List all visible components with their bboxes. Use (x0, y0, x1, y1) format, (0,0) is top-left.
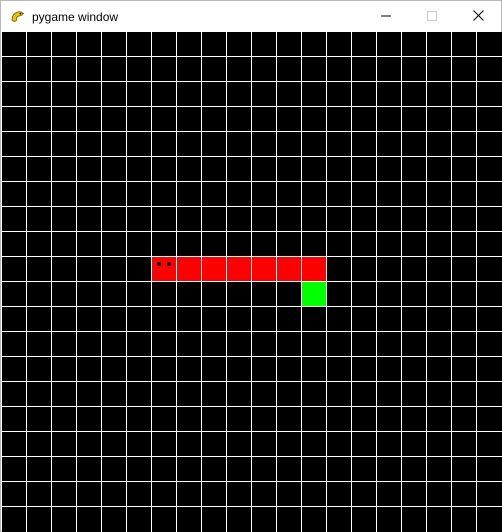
grid-line-horizontal (2, 506, 502, 507)
grid-line-horizontal (2, 331, 502, 332)
close-button[interactable] (455, 1, 501, 32)
grid-line-horizontal (2, 456, 502, 457)
grid-line-horizontal (2, 406, 502, 407)
grid-line-vertical (26, 32, 27, 532)
grid-line-vertical (176, 32, 177, 532)
grid-line-vertical (376, 32, 377, 532)
maximize-icon (427, 8, 437, 26)
grid-line-vertical (326, 32, 327, 532)
grid-line-horizontal (2, 356, 502, 357)
snake-head (152, 257, 176, 281)
grid-line-horizontal (2, 81, 502, 82)
grid-line-vertical (351, 32, 352, 532)
grid-line-horizontal (2, 431, 502, 432)
grid-line-horizontal (2, 131, 502, 132)
snake-eye (157, 262, 161, 266)
window-title: pygame window (32, 10, 119, 24)
grid-line-vertical (51, 32, 52, 532)
maximize-button[interactable] (409, 1, 455, 32)
food-pellet (302, 282, 326, 306)
pygame-snake-icon (9, 8, 25, 24)
grid-line-vertical (201, 32, 202, 532)
grid-line-horizontal (2, 181, 502, 182)
grid-line-horizontal (2, 481, 502, 482)
snake-eye (167, 262, 171, 266)
snake-segment (277, 257, 301, 281)
grid-line-vertical (226, 32, 227, 532)
grid-line-vertical (101, 32, 102, 532)
snake-segment (202, 257, 226, 281)
grid-line-horizontal (2, 281, 502, 282)
grid-line-vertical (251, 32, 252, 532)
snake-segment (227, 257, 251, 281)
grid-line-vertical (126, 32, 127, 532)
grid-line-horizontal (2, 156, 502, 157)
grid-line-horizontal (2, 306, 502, 307)
pygame-window: pygame window (0, 0, 502, 532)
minimize-button[interactable] (363, 1, 409, 32)
grid-line-vertical (426, 32, 427, 532)
snake-segment (302, 257, 326, 281)
grid-line-vertical (476, 32, 477, 532)
minimize-icon (381, 8, 391, 26)
grid-line-vertical (76, 32, 77, 532)
snake-segment (177, 257, 201, 281)
grid-line-horizontal (2, 231, 502, 232)
title-bar[interactable]: pygame window (1, 1, 501, 32)
grid-line-vertical (276, 32, 277, 532)
snake-segment (252, 257, 276, 281)
grid-line-vertical (401, 32, 402, 532)
close-icon (472, 8, 484, 26)
grid-line-horizontal (2, 381, 502, 382)
game-board[interactable] (2, 32, 502, 532)
grid-line-horizontal (2, 106, 502, 107)
grid-line-horizontal (2, 56, 502, 57)
grid-line-vertical (451, 32, 452, 532)
grid-line-vertical (151, 32, 152, 532)
grid-line-horizontal (2, 206, 502, 207)
